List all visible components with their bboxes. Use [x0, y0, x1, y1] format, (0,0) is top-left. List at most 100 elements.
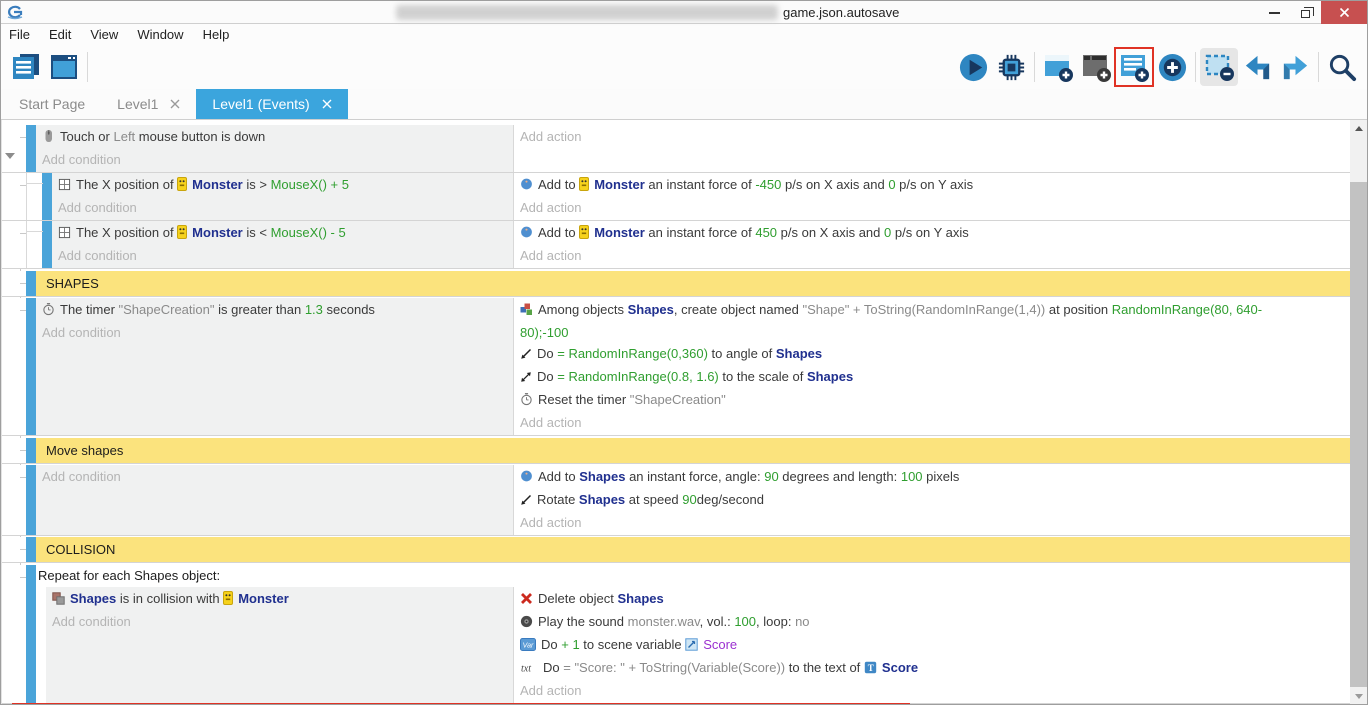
add-condition-button[interactable]: Add condition [36, 322, 513, 343]
text-segment: to the scale of [719, 369, 807, 384]
action-line[interactable]: Add to Monster an instant force of -450 … [514, 174, 1350, 197]
text-segment: , loop: [756, 614, 795, 629]
restore-button[interactable] [1290, 1, 1321, 24]
project-manager-button[interactable] [7, 48, 45, 86]
add-event-button[interactable] [1115, 48, 1153, 86]
undo-button[interactable] [1238, 48, 1276, 86]
add-action-button[interactable]: Add action [514, 197, 1350, 218]
event-selection-bar[interactable] [26, 465, 36, 535]
text-segment: degrees and length: [779, 469, 901, 484]
add-condition-button[interactable]: Add condition [52, 197, 513, 218]
remove-selection-button[interactable] [1200, 48, 1238, 86]
add-condition-button[interactable]: Add condition [52, 245, 513, 266]
action-line[interactable]: Delete object Shapes [514, 588, 1350, 611]
scroll-down-button[interactable] [1350, 688, 1367, 705]
event-row[interactable]: Touch or Left mouse button is down Add co… [2, 125, 1350, 173]
action-line[interactable]: Reset the timer "ShapeCreation" [514, 389, 1350, 412]
add-action-button[interactable]: Add action [514, 245, 1350, 266]
add-external-layout-button[interactable] [1077, 48, 1115, 86]
add-condition-button[interactable]: Add condition [36, 149, 513, 170]
mouse-icon [42, 128, 55, 149]
action-line[interactable]: VarDo + 1 to scene variable Score [514, 634, 1350, 657]
event-selection-bar[interactable] [42, 173, 52, 220]
action-line[interactable]: Add to Shapes an instant force, angle: 9… [514, 466, 1350, 489]
minimize-button[interactable] [1259, 1, 1290, 24]
redacted-title-blur [396, 5, 778, 20]
menu-edit[interactable]: Edit [49, 27, 71, 42]
event-row[interactable]: The X position of Monster is < MouseX() … [2, 221, 1350, 269]
tab-close-icon[interactable] [322, 99, 332, 109]
debug-button[interactable] [992, 48, 1030, 86]
actions-column: Add to Shapes an instant force, angle: 9… [513, 465, 1350, 535]
txt-icon: txt [520, 659, 538, 680]
scroll-up-button[interactable] [1350, 120, 1367, 137]
tab-level1-events[interactable]: Level1 (Events) [196, 89, 347, 119]
text-segment: Shapes [628, 302, 674, 317]
text-segment: to scene variable [580, 637, 686, 652]
menu-file[interactable]: File [9, 27, 30, 42]
add-condition-button[interactable]: Add condition [46, 611, 513, 632]
condition-line[interactable]: The timer "ShapeCreation" is greater tha… [36, 299, 513, 322]
event-selection-bar[interactable] [26, 537, 36, 562]
condition-line[interactable]: Touch or Left mouse button is down [36, 126, 513, 149]
collapse-arrow-icon[interactable] [5, 153, 15, 159]
vertical-scrollbar[interactable] [1350, 120, 1367, 705]
foreach-event-row[interactable]: Repeat for each Shapes object:Shapes is … [2, 565, 1350, 704]
comment-row[interactable]: SHAPES [2, 271, 1350, 297]
text-segment: Add condition [42, 152, 121, 167]
event-gutter [2, 173, 26, 220]
add-action-button[interactable]: Add action [514, 412, 1350, 433]
search-button[interactable] [1323, 48, 1361, 86]
menu-help[interactable]: Help [203, 27, 230, 42]
event-row[interactable]: The X position of Monster is > MouseX() … [2, 173, 1350, 221]
action-line[interactable]: Among objects Shapes, create object name… [514, 299, 1350, 322]
tab-start-page[interactable]: Start Page [3, 89, 101, 119]
foreach-header[interactable]: Repeat for each Shapes object: [36, 565, 1350, 587]
tab-close-icon[interactable] [170, 99, 180, 109]
event-selection-bar[interactable] [26, 271, 36, 296]
text-segment: Monster [238, 591, 289, 606]
action-line[interactable]: 80);-100 [514, 322, 1350, 343]
action-line[interactable]: Rotate Shapes at speed 90deg/second [514, 489, 1350, 512]
action-line[interactable]: Do = RandomInRange(0,360) to angle of Sh… [514, 343, 1350, 366]
text-segment: p/s on X axis and [777, 225, 884, 240]
event-row[interactable]: Add conditionAdd to Shapes an instant fo… [2, 465, 1350, 536]
close-button[interactable] [1321, 1, 1367, 24]
add-external-layout-icon [1080, 51, 1112, 83]
comment-row[interactable]: COLLISION [2, 537, 1350, 563]
tab-level1[interactable]: Level1 [101, 89, 196, 119]
add-action-button[interactable]: Add action [514, 680, 1350, 701]
action-line[interactable]: txtDo = "Score: " + ToString(Variable(Sc… [514, 657, 1350, 680]
event-selection-bar[interactable] [42, 221, 52, 268]
conditions-column: Add condition [36, 465, 513, 535]
condition-line[interactable]: The X position of Monster is < MouseX() … [52, 222, 513, 245]
add-action-button[interactable]: Add action [514, 512, 1350, 533]
menu-window[interactable]: Window [137, 27, 183, 42]
event-selection-bar[interactable] [26, 298, 36, 435]
event-selection-bar[interactable] [26, 565, 36, 703]
condition-line[interactable]: Shapes is in collision with Monster [46, 588, 513, 611]
menu-view[interactable]: View [90, 27, 118, 42]
action-line[interactable]: Add to Monster an instant force of 450 p… [514, 222, 1350, 245]
event-row[interactable]: The timer "ShapeCreation" is greater tha… [2, 298, 1350, 436]
comment-row[interactable]: Move shapes [2, 438, 1350, 464]
condition-line[interactable]: The X position of Monster is > MouseX() … [52, 174, 513, 197]
event-selection-bar[interactable] [26, 125, 36, 172]
add-action-button[interactable]: Add action [514, 126, 1350, 147]
scene-editor-button[interactable] [45, 48, 83, 86]
preview-play-button[interactable] [954, 48, 992, 86]
add-condition-button[interactable]: Add condition [36, 466, 513, 487]
actions-column: Add to Monster an instant force of -450 … [513, 173, 1350, 220]
angle-icon [520, 491, 532, 512]
redo-button[interactable] [1276, 48, 1314, 86]
event-selection-bar[interactable] [26, 438, 36, 463]
action-line[interactable]: Do = RandomInRange(0.8, 1.6) to the scal… [514, 366, 1350, 389]
add-circle-button[interactable] [1153, 48, 1191, 86]
text-segment: Delete object [538, 591, 618, 606]
add-scene-window-button[interactable] [1039, 48, 1077, 86]
scrollbar-thumb[interactable] [1350, 182, 1367, 687]
text-segment: Among objects [538, 302, 628, 317]
text-segment: is in collision with [116, 591, 223, 606]
text-segment: Left [113, 129, 135, 144]
action-line[interactable]: Play the sound monster.wav, vol.: 100, l… [514, 611, 1350, 634]
